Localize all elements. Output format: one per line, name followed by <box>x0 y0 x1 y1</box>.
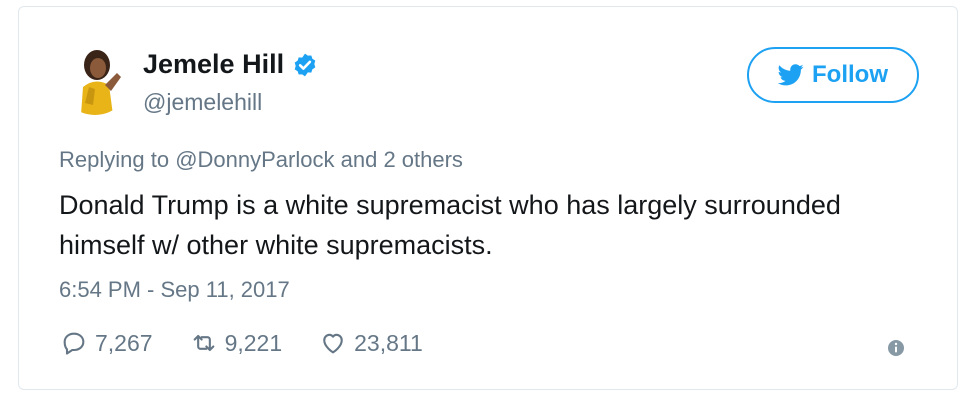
verified-badge-icon <box>294 53 316 76</box>
reply-context: Replying to @DonnyParlock and 2 others <box>59 147 463 173</box>
reply-prefix: Replying to <box>59 147 170 172</box>
retweet-icon <box>193 334 214 352</box>
avatar[interactable] <box>59 43 131 115</box>
like-count: 23,811 <box>354 329 423 356</box>
avatar-image <box>59 43 131 115</box>
retweet-count: 9,221 <box>224 329 283 356</box>
reply-icon <box>63 332 85 355</box>
tweet-timestamp[interactable]: 6:54 PM - Sep 11, 2017 <box>59 277 290 303</box>
tweet-card: Jemele Hill @jemelehill Follow Replying … <box>18 6 958 390</box>
reply-count: 7,267 <box>95 329 153 356</box>
author-name-row: Jemele Hill <box>143 49 318 80</box>
author-name[interactable]: Jemele Hill <box>143 49 284 80</box>
retweet-button[interactable]: 9,221 <box>189 329 283 357</box>
reply-button[interactable]: 7,267 <box>59 329 153 357</box>
reply-mention-link[interactable]: @DonnyParlock <box>175 147 334 172</box>
tweet-actions: 7,267 9,221 23,811 <box>59 329 459 357</box>
author-handle[interactable]: @jemelehill <box>143 89 262 116</box>
twitter-bird-icon <box>778 64 804 86</box>
reply-others-link[interactable]: and 2 others <box>341 147 463 172</box>
follow-button[interactable]: Follow <box>747 47 919 103</box>
follow-button-label: Follow <box>812 61 888 88</box>
tweet-text: Donald Trump is a white supremacist who … <box>59 190 841 260</box>
like-button[interactable]: 23,811 <box>318 329 423 357</box>
info-icon[interactable] <box>887 339 905 357</box>
heart-icon <box>323 333 343 354</box>
